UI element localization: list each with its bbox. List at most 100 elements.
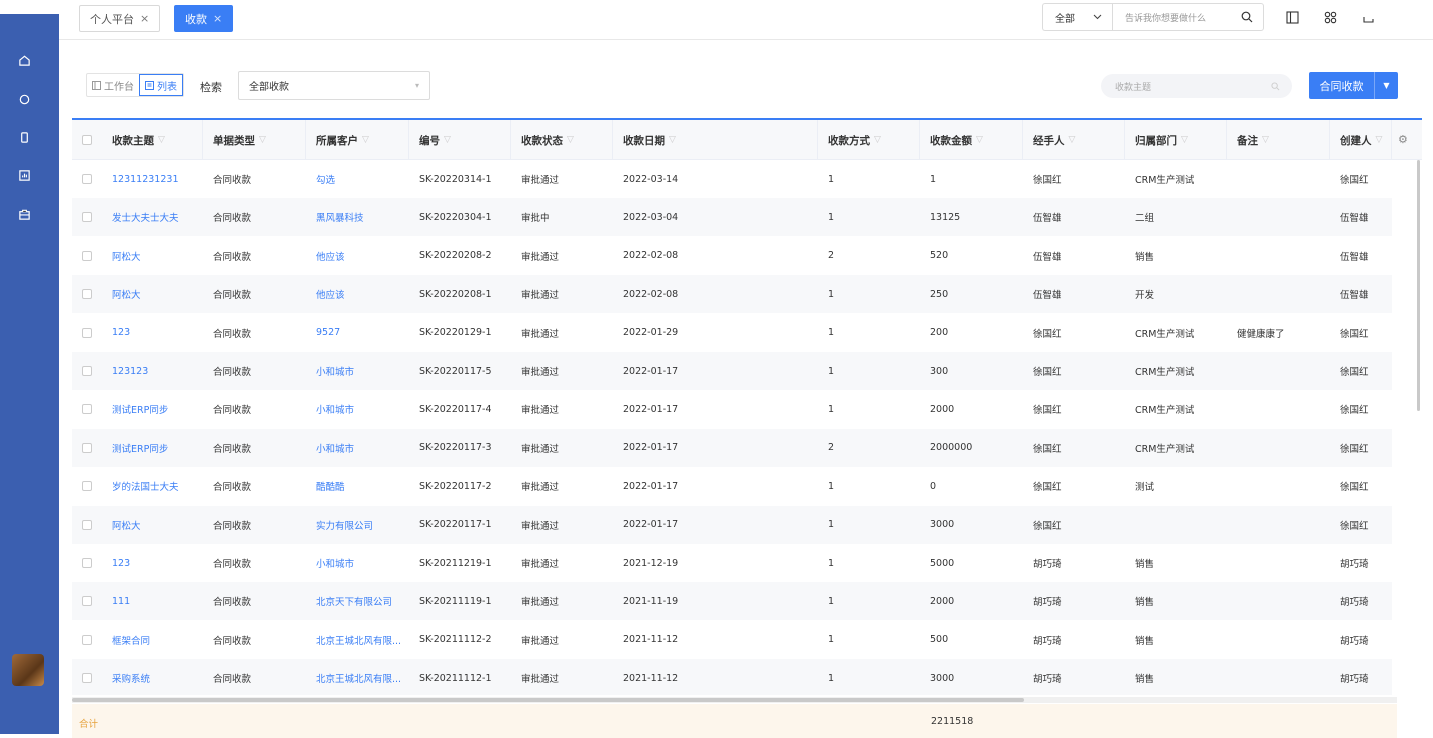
table-cell[interactable]: 框架合同 <box>102 621 203 659</box>
row-checkbox[interactable] <box>82 327 92 338</box>
row-checkbox[interactable] <box>82 634 92 645</box>
table-cell[interactable]: 实力有限公司 <box>306 506 409 544</box>
column-header[interactable]: 所属客户 ▽ <box>306 120 409 160</box>
filter-icon[interactable]: ▽ <box>158 135 165 145</box>
table-cell[interactable]: 阿松大 <box>102 506 203 544</box>
view-workbench-button[interactable]: 工作台 <box>87 74 139 96</box>
close-icon[interactable]: × <box>213 12 222 25</box>
row-checkbox[interactable] <box>82 442 92 453</box>
filter-icon[interactable]: ▽ <box>976 135 983 145</box>
tab-personal-platform[interactable]: 个人平台 × <box>79 5 161 32</box>
filter-icon[interactable]: ▽ <box>567 135 574 145</box>
table-cell[interactable]: 北京天下有限公司 <box>306 582 409 620</box>
table-cell[interactable]: 发士大夫士大夫 <box>102 198 203 236</box>
column-header[interactable]: 收款主题 ▽ <box>102 120 203 160</box>
tab-payment[interactable]: 收款 × <box>174 5 234 32</box>
table-row[interactable]: 123123 合同收款 小和城市 SK-20220117-5 审批通过 2022-01-1… <box>72 352 1392 390</box>
table-cell[interactable]: 111 <box>102 582 203 620</box>
table-cell[interactable]: 他应该 <box>306 275 409 313</box>
column-header[interactable]: 收款日期 ▽ <box>613 120 818 160</box>
table-row[interactable]: 测试ERP同步 合同收款 小和城市 SK-20220117-4 审批通过 2022-01-… <box>72 390 1392 428</box>
filter-select[interactable]: 全部收款 ▾ <box>238 71 430 100</box>
filter-icon[interactable]: ▽ <box>362 135 369 145</box>
create-contract-payment-button[interactable]: 合同收款 <box>1309 72 1374 99</box>
table-cell[interactable]: 9527 <box>306 314 409 352</box>
filter-icon[interactable]: ▽ <box>1181 135 1188 145</box>
table-row[interactable]: 阿松大 合同收款 实力有限公司 SK-20220117-1 审批通过 2022-01-17… <box>72 505 1392 544</box>
vertical-scrollbar[interactable] <box>1417 160 1420 411</box>
column-header[interactable]: 单据类型 ▽ <box>203 120 306 160</box>
table-cell[interactable]: 123123 <box>102 352 203 390</box>
row-checkbox[interactable] <box>82 673 92 684</box>
table-cell[interactable]: 北京王城北风有限... <box>306 659 409 695</box>
table-cell[interactable]: 勾选 <box>306 160 409 198</box>
table-cell[interactable]: 小和城市 <box>306 352 409 390</box>
table-row[interactable]: 阿松大 合同收款 他应该 SK-20220208-1 审批通过 2022-02-08 1 25… <box>72 275 1392 314</box>
filter-icon[interactable]: ▽ <box>1069 135 1076 145</box>
filter-icon[interactable]: ▽ <box>669 135 676 145</box>
column-header[interactable]: 创建人 ▽ <box>1330 120 1392 160</box>
row-checkbox[interactable] <box>82 174 92 184</box>
table-cell[interactable]: 岁的法国士大夫 <box>102 467 203 505</box>
column-header[interactable]: 收款状态 ▽ <box>511 120 613 160</box>
scope-select[interactable]: 全部 <box>1042 3 1112 31</box>
column-header[interactable]: 收款金额 ▽ <box>920 120 1023 160</box>
filter-icon[interactable]: ▽ <box>259 135 266 145</box>
column-header[interactable]: 备注 ▽ <box>1227 120 1330 160</box>
filter-icon[interactable]: ▽ <box>1376 135 1383 145</box>
phone-icon[interactable] <box>17 130 31 144</box>
table-cell[interactable]: 阿松大 <box>102 275 203 313</box>
report-icon[interactable] <box>17 168 31 182</box>
avatar[interactable] <box>12 654 44 686</box>
apps-grid-icon[interactable] <box>1322 9 1338 25</box>
table-cell[interactable]: 黑风暴科技 <box>306 198 409 236</box>
table-cell[interactable]: 采购系统 <box>102 659 203 695</box>
table-cell[interactable]: 123 <box>102 544 203 582</box>
column-settings-icon[interactable]: ⚙ <box>1398 133 1408 146</box>
select-all-checkbox[interactable] <box>82 135 92 145</box>
row-checkbox[interactable] <box>82 289 92 300</box>
table-row[interactable]: 123 合同收款 9527 SK-20220129-1 审批通过 2022-01-29 1 2… <box>72 314 1392 352</box>
table-cell[interactable]: 小和城市 <box>306 544 409 582</box>
table-cell[interactable]: 他应该 <box>306 237 409 275</box>
table-row[interactable]: 框架合同 合同收款 北京王城北风有限... SK-20211112-2 审批通过 2021… <box>72 621 1392 659</box>
horizontal-scrollbar[interactable] <box>72 698 1024 702</box>
table-row[interactable]: 发士大夫士大夫 合同收款 黑风暴科技 SK-20220304-1 审批中 2022-03-… <box>72 198 1392 237</box>
notification-icon[interactable] <box>1360 9 1376 25</box>
home-icon[interactable] <box>17 53 31 67</box>
subject-search-input[interactable]: 收款主题 <box>1101 74 1292 98</box>
table-cell[interactable]: 小和城市 <box>306 429 409 467</box>
create-dropdown-button[interactable]: ▼ <box>1374 72 1398 99</box>
table-cell[interactable]: 测试ERP同步 <box>102 390 203 428</box>
briefcase-icon[interactable] <box>17 207 31 221</box>
column-header[interactable]: 收款方式 ▽ <box>818 120 920 160</box>
table-row[interactable]: 123 合同收款 小和城市 SK-20211219-1 审批通过 2021-12-19 1 5… <box>72 544 1392 582</box>
search-icon[interactable] <box>1271 81 1280 91</box>
row-checkbox[interactable] <box>82 212 92 223</box>
row-checkbox[interactable] <box>82 481 92 492</box>
table-cell[interactable]: 小和城市 <box>306 390 409 428</box>
table-row[interactable]: 111 合同收款 北京天下有限公司 SK-20211119-1 审批通过 2021-11-… <box>72 582 1392 621</box>
row-checkbox[interactable] <box>82 366 92 376</box>
column-header[interactable]: 归属部门 ▽ <box>1125 120 1227 160</box>
close-icon[interactable]: × <box>140 12 149 25</box>
table-cell[interactable]: 北京王城北风有限... <box>306 621 409 659</box>
row-checkbox[interactable] <box>82 519 92 530</box>
table-row[interactable]: 采购系统 合同收款 北京王城北风有限... SK-20211112-1 审批通过 2021… <box>72 659 1392 695</box>
filter-icon[interactable]: ▽ <box>1262 135 1269 145</box>
table-cell[interactable]: 酷酷酷 <box>306 467 409 505</box>
table-row[interactable]: 阿松大 合同收款 他应该 SK-20220208-2 审批通过 2022-02-08 2 52… <box>72 237 1392 275</box>
panel-icon[interactable] <box>1284 9 1300 25</box>
row-checkbox[interactable] <box>82 558 92 568</box>
column-header[interactable]: 编号 ▽ <box>409 120 511 160</box>
row-checkbox[interactable] <box>82 250 92 261</box>
table-cell[interactable]: 12311231231 <box>102 160 203 198</box>
table-cell[interactable]: 阿松大 <box>102 237 203 275</box>
column-header[interactable]: 经手人 ▽ <box>1023 120 1125 160</box>
table-cell[interactable]: 123 <box>102 314 203 352</box>
refresh-icon[interactable] <box>17 92 31 106</box>
search-icon[interactable] <box>1241 11 1253 23</box>
filter-icon[interactable]: ▽ <box>874 135 881 145</box>
table-row[interactable]: 岁的法国士大夫 合同收款 酷酷酷 SK-20220117-2 审批通过 2022-01-1… <box>72 467 1392 505</box>
filter-icon[interactable]: ▽ <box>444 135 451 145</box>
